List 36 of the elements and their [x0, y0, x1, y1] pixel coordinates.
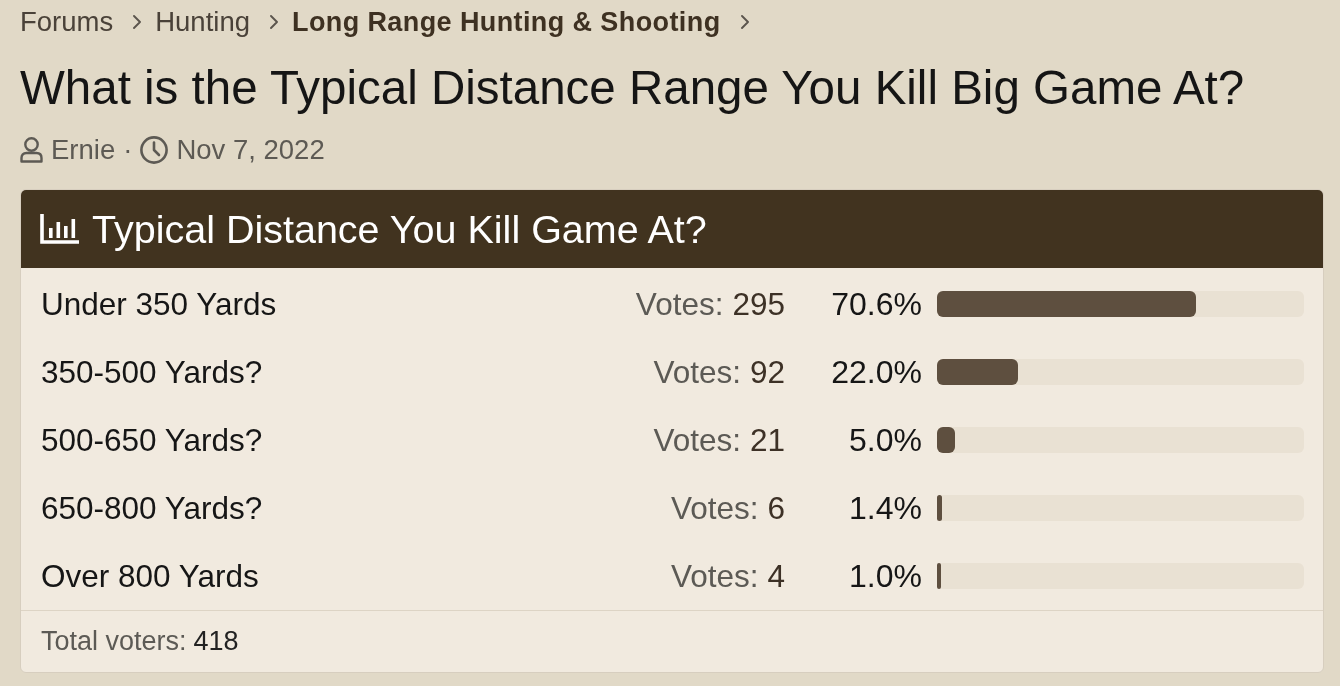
percent-text: 1.0% [848, 557, 922, 595]
breadcrumb-link[interactable]: Forums [20, 6, 114, 38]
percent-text: 70.6% [830, 285, 922, 323]
poll-title: Typical Distance You Kill Game At? [92, 206, 707, 252]
post-date[interactable]: Nov 7, 2022 [176, 134, 325, 166]
percent-text: 5.0% [848, 421, 922, 459]
votes-label: Votes: [670, 557, 759, 595]
option-label: 350-500 Yards? [41, 353, 264, 391]
percent-text: 1.4% [848, 489, 922, 527]
author-link[interactable]: Ernie [51, 134, 116, 166]
votes-label: Votes: [635, 285, 724, 323]
votes-count: 4 [767, 557, 785, 595]
option-label: Under 350 Yards [41, 285, 278, 323]
votes-count: 295 [732, 285, 785, 323]
breadcrumb-link[interactable]: Long Range Hunting & Shooting [292, 6, 721, 38]
thread-title: What is the Typical Distance Range You Kill Big Game At? [20, 60, 1246, 116]
clock-icon [140, 136, 169, 164]
option-label: 650-800 Yards? [41, 489, 264, 527]
chevron-right-icon [133, 15, 142, 29]
votes-label: Votes: [653, 353, 741, 391]
votes-count: 92 [749, 353, 785, 391]
option-label: 500-650 Yards? [41, 421, 264, 459]
votes-count: 6 [767, 489, 785, 527]
votes-label: Votes: [670, 489, 759, 527]
breadcrumb-link[interactable]: Hunting [155, 6, 250, 38]
total-voters-label: Total voters: [41, 626, 187, 657]
chevron-right-icon [740, 15, 749, 29]
chevron-right-icon [270, 15, 278, 29]
option-label: Over 800 Yards [41, 557, 260, 595]
bar-chart-icon [40, 214, 79, 244]
votes-label: Votes: [653, 421, 741, 459]
percent-text: 22.0% [830, 353, 922, 391]
total-voters-count: 418 [193, 626, 239, 657]
user-icon [20, 137, 43, 163]
separator-dot: · [123, 134, 133, 166]
votes-count: 21 [749, 421, 785, 459]
